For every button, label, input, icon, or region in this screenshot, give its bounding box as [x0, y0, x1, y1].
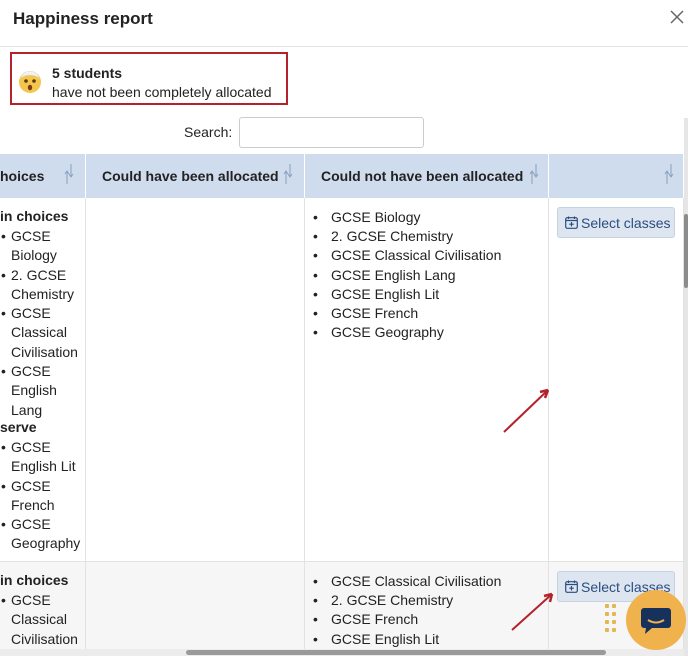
sort-icon[interactable]	[283, 162, 293, 186]
list-item: GCSE Biology	[1, 227, 81, 266]
annotation-arrow-icon	[503, 388, 550, 433]
list-item: GCSE French	[1, 477, 81, 516]
select-classes-button[interactable]: Select classes	[557, 207, 675, 238]
chat-icon	[641, 608, 671, 634]
group-heading: in choices	[0, 572, 69, 588]
list-item: 2. GCSE Chemistry	[313, 591, 501, 610]
list-item: GCSE English Lit	[313, 285, 501, 304]
list-item: GCSE Classical Civilisation	[1, 304, 81, 362]
could-have-cell	[86, 562, 305, 656]
shocked-face-icon	[19, 70, 41, 93]
happiness-table: hoices Could have been allocated Could n…	[0, 154, 684, 656]
vertical-scrollbar[interactable]	[684, 118, 688, 656]
choices-cell: in choices GCSE Classical Civilisation	[0, 562, 86, 656]
vertical-scrollbar-thumb[interactable]	[684, 214, 688, 288]
search-label: Search:	[184, 124, 233, 140]
search-input[interactable]	[239, 117, 424, 148]
list-item: GCSE French	[313, 304, 501, 323]
actions-cell	[549, 198, 684, 561]
list-item: GCSE English Lit	[313, 630, 501, 649]
student-count: 5 students	[52, 65, 123, 81]
sort-icon[interactable]	[664, 162, 674, 186]
dialog-header: Happiness report	[0, 0, 688, 47]
column-header-could-not[interactable]: Could not have been allocated	[305, 154, 549, 198]
list-item: GCSE French	[313, 610, 501, 629]
could-not-list: GCSE Classical Civilisation 2. GCSE Chem…	[313, 572, 501, 649]
group-heading: serve	[0, 419, 37, 435]
column-header-choices[interactable]: hoices	[0, 154, 86, 198]
list-item: GCSE Geography	[1, 515, 81, 554]
list-item: GCSE Biology	[313, 208, 501, 227]
dialog-title: Happiness report	[13, 9, 153, 28]
could-not-list: GCSE Biology 2. GCSE Chemistry GCSE Clas…	[313, 208, 501, 343]
table-row: in choices GCSE Classical Civilisation G…	[0, 562, 684, 656]
table-header: hoices Could have been allocated Could n…	[0, 154, 684, 198]
list-item: GCSE Classical Civilisation	[1, 591, 81, 649]
list-item: GCSE Classical Civilisation	[313, 572, 501, 591]
list-item: 2. GCSE Chemistry	[1, 266, 81, 305]
list-item: GCSE Classical Civilisation	[313, 246, 501, 265]
list-item: GCSE English Lang	[313, 266, 501, 285]
list-item: GCSE Geography	[313, 323, 501, 342]
chat-launcher-button[interactable]	[626, 590, 686, 650]
choice-list: GCSE English Lit GCSE French GCSE Geogra…	[1, 438, 81, 554]
could-have-cell	[86, 198, 305, 561]
calendar-plus-icon	[565, 580, 578, 593]
table-row: in choices GCSE Biology 2. GCSE Chemistr…	[0, 198, 684, 562]
drag-handle-icon[interactable]	[605, 604, 617, 638]
calendar-plus-icon	[565, 216, 578, 229]
horizontal-scrollbar-thumb[interactable]	[186, 650, 606, 655]
choice-list: GCSE Classical Civilisation	[1, 591, 81, 649]
list-item: GCSE English Lit	[1, 438, 81, 477]
column-header-could-have[interactable]: Could have been allocated	[86, 154, 305, 198]
sort-icon[interactable]	[529, 162, 539, 186]
unallocated-notice: 5 students have not been completely allo…	[10, 52, 288, 105]
close-icon[interactable]	[668, 8, 686, 26]
list-item: 2. GCSE Chemistry	[313, 227, 501, 246]
annotation-arrow-icon	[511, 592, 554, 631]
group-heading: in choices	[0, 208, 69, 224]
list-item: GCSE English Lang	[1, 362, 81, 420]
column-header-actions[interactable]	[549, 154, 684, 198]
choice-list: GCSE Biology 2. GCSE Chemistry GCSE Clas…	[1, 227, 81, 420]
notice-message: have not been completely allocated	[52, 84, 272, 100]
sort-icon[interactable]	[64, 162, 74, 186]
choices-cell: in choices GCSE Biology 2. GCSE Chemistr…	[0, 198, 86, 561]
